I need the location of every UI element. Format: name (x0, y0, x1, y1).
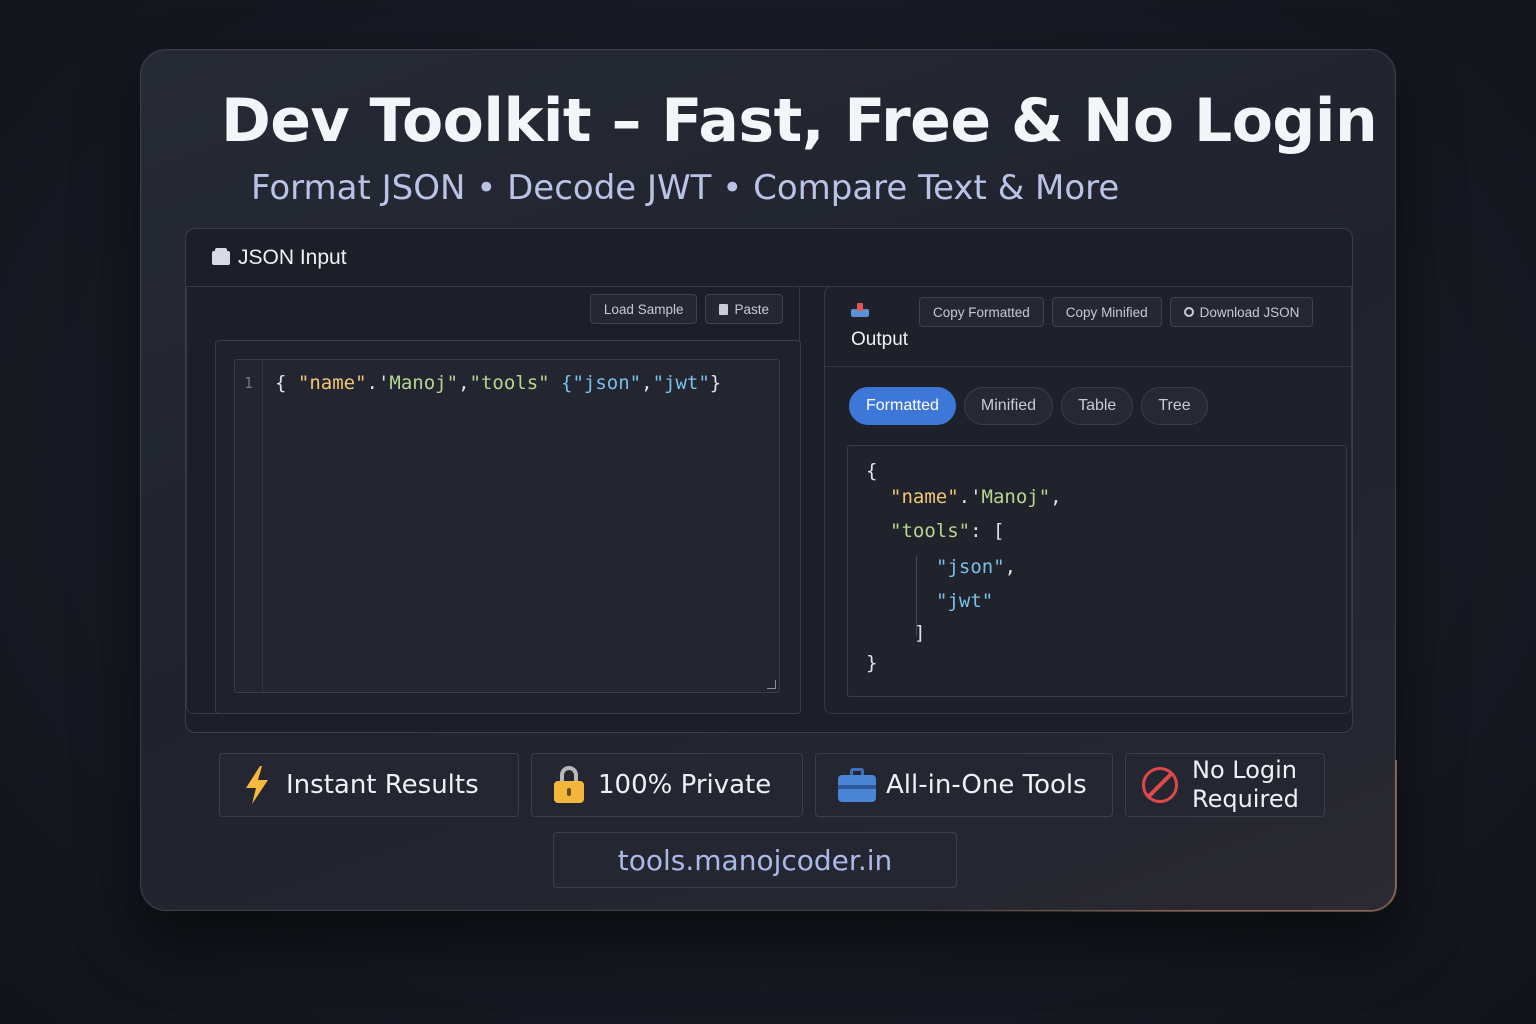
output-actions: Copy Formatted Copy Minified Download JS… (919, 297, 1314, 327)
copy-formatted-button[interactable]: Copy Formatted (919, 297, 1044, 327)
feature-label: 100% Private (598, 770, 772, 800)
separator: .' (366, 372, 390, 394)
comma: , (458, 372, 470, 394)
feature-all-in-one: All-in-One Tools (815, 753, 1113, 817)
copy-minified-button[interactable]: Copy Minified (1051, 297, 1162, 327)
output-key-name: "name" (890, 486, 959, 508)
outbox-icon (851, 303, 869, 317)
output-line-tools: "tools": [ (890, 520, 1004, 542)
line-number: 1 (235, 360, 263, 692)
lock-icon (554, 766, 584, 804)
json-input-editor[interactable]: 1 { "name".'Manoj","tools" {"json","jwt"… (234, 359, 780, 693)
editor-frame: 1 { "name".'Manoj","tools" {"json","jwt"… (215, 340, 801, 714)
copy-formatted-label: Copy Formatted (933, 304, 1030, 320)
comma: , (641, 372, 653, 394)
output-array-open: : [ (970, 520, 1005, 542)
lightning-icon (246, 766, 268, 804)
toolbox-icon (838, 768, 876, 802)
output-item-jwt: "jwt" (936, 590, 994, 612)
load-sample-button[interactable]: Load Sample (589, 294, 698, 324)
inbox-icon (212, 247, 230, 265)
feature-label: Instant Results (286, 770, 479, 800)
output-header: Output Copy Formatted Copy Minified Down… (825, 287, 1351, 367)
tab-table[interactable]: Table (1061, 387, 1134, 425)
output-value-name: Manoj" (981, 486, 1051, 508)
tab-minified[interactable]: Minified (963, 387, 1054, 425)
brace-close: } (709, 372, 722, 394)
json-key-name: "name" (297, 372, 367, 394)
output-line-item1: "json", (936, 556, 1016, 578)
formatted-output: { "name".'Manoj", "tools": [ "json", "jw… (847, 445, 1347, 697)
promo-card: Dev Toolkit – Fast, Free & No Login Form… (140, 49, 1396, 911)
output-key-tools: "tools" (890, 520, 971, 542)
json-tool-panel: JSON Input Load Sample Paste 1 { "name".… (185, 228, 1353, 733)
array-open: { (549, 372, 573, 394)
feature-label: No Login Required (1192, 756, 1299, 814)
output-line-item2: "jwt" (936, 590, 993, 612)
tab-tree[interactable]: Tree (1141, 387, 1208, 425)
feature-instant-results: Instant Results (219, 753, 519, 817)
output-pane: Output Copy Formatted Copy Minified Down… (824, 286, 1352, 714)
json-value-name: Manoj" (389, 372, 459, 394)
paste-label: Paste (734, 301, 769, 317)
copy-minified-label: Copy Minified (1065, 304, 1148, 320)
json-key-tools: "tools" (469, 372, 550, 394)
output-comma: , (1004, 556, 1017, 578)
feature-no-login: No Login Required (1125, 753, 1325, 817)
paste-button[interactable]: Paste (705, 294, 783, 324)
output-brace-open: { (866, 460, 878, 482)
no-entry-icon (1142, 767, 1178, 803)
input-panel-title: JSON Input (238, 245, 347, 269)
page-subtitle: Format JSON • Decode JWT • Compare Text … (251, 168, 1120, 208)
output-sep: .' (958, 486, 982, 508)
brace-open: { (275, 372, 298, 394)
clipboard-icon (719, 303, 729, 315)
download-icon (1183, 307, 1194, 317)
feature-label-line2: Required (1192, 785, 1299, 813)
feature-label-line1: No Login (1192, 756, 1298, 784)
download-json-button[interactable]: Download JSON (1169, 297, 1314, 327)
download-label: Download JSON (1199, 304, 1300, 320)
array-item-jwt: "jwt" (652, 372, 710, 394)
output-array-close: ] (914, 622, 926, 644)
load-sample-label: Load Sample (603, 301, 684, 317)
code-line: { "name".'Manoj","tools" {"json","jwt"} (275, 372, 721, 394)
output-title: Output (851, 329, 909, 350)
feature-private: 100% Private (531, 753, 803, 817)
output-line-name: "name".'Manoj", (890, 486, 1062, 508)
site-url-link[interactable]: tools.manojcoder.in (553, 832, 957, 888)
output-view-tabs: Formatted Minified Table Tree (849, 387, 1208, 425)
output-item-json: "json" (936, 556, 1005, 578)
output-brace-close: } (866, 652, 878, 674)
input-actions: Load Sample Paste (589, 294, 783, 324)
input-panel-header: JSON Input (186, 229, 1352, 287)
page-title: Dev Toolkit – Fast, Free & No Login (221, 86, 1378, 156)
output-comma: , (1050, 486, 1062, 508)
feature-badges: Instant Results 100% Private All-in-One … (219, 753, 1325, 817)
array-item-json: "json" (572, 372, 642, 394)
tab-formatted[interactable]: Formatted (849, 387, 956, 425)
resize-handle[interactable] (767, 680, 776, 689)
feature-label: All-in-One Tools (886, 770, 1087, 800)
input-pane: Load Sample Paste 1 { "name".'Manoj","to… (186, 286, 801, 714)
